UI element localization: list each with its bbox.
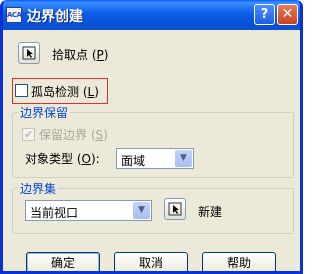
pick-points-label: 拾取点 (P) (52, 48, 109, 62)
island-detection-checkbox[interactable] (15, 84, 28, 97)
new-label: 新建 (198, 205, 223, 219)
island-detection-label[interactable]: 孤岛检测 (L) (31, 83, 99, 100)
pick-points-button[interactable] (18, 42, 40, 64)
retain-boundaries-label: 保留边界 (S) (39, 128, 108, 142)
boundary-creation-dialog: ACAD 边界创建 ? ✕ 拾取点 (P) 孤岛检测 (L) 边界保留 ✔ 保留… (0, 0, 303, 274)
boundary-set-legend: 边界集 (18, 180, 59, 197)
dialog-title: 边界创建 (27, 9, 83, 25)
pick-cursor-icon (168, 202, 182, 216)
close-button[interactable]: ✕ (277, 4, 298, 25)
object-type-label: 对象类型 (O): (25, 152, 100, 166)
object-type-select[interactable]: 面域 ▼ (116, 148, 194, 169)
check-icon: ✔ (24, 128, 34, 141)
ok-button[interactable]: 确定 (26, 252, 100, 271)
chevron-down-icon[interactable]: ▼ (175, 150, 192, 167)
help-button[interactable]: 帮助 (202, 252, 276, 271)
retain-boundaries-checkbox[interactable]: ✔ (22, 128, 35, 141)
boundary-set-select[interactable]: 当前视口 ▼ (25, 200, 152, 221)
help-title-button[interactable]: ? (254, 4, 275, 25)
pick-cursor-icon (22, 46, 36, 60)
boundary-retention-legend: 边界保留 (18, 104, 71, 121)
app-icon: ACAD (6, 7, 27, 23)
cancel-button[interactable]: 取消 (114, 252, 188, 271)
new-boundary-set-button[interactable] (164, 198, 186, 220)
title-bar: ACAD 边界创建 ? ✕ (3, 0, 300, 30)
chevron-down-icon[interactable]: ▼ (133, 202, 150, 219)
